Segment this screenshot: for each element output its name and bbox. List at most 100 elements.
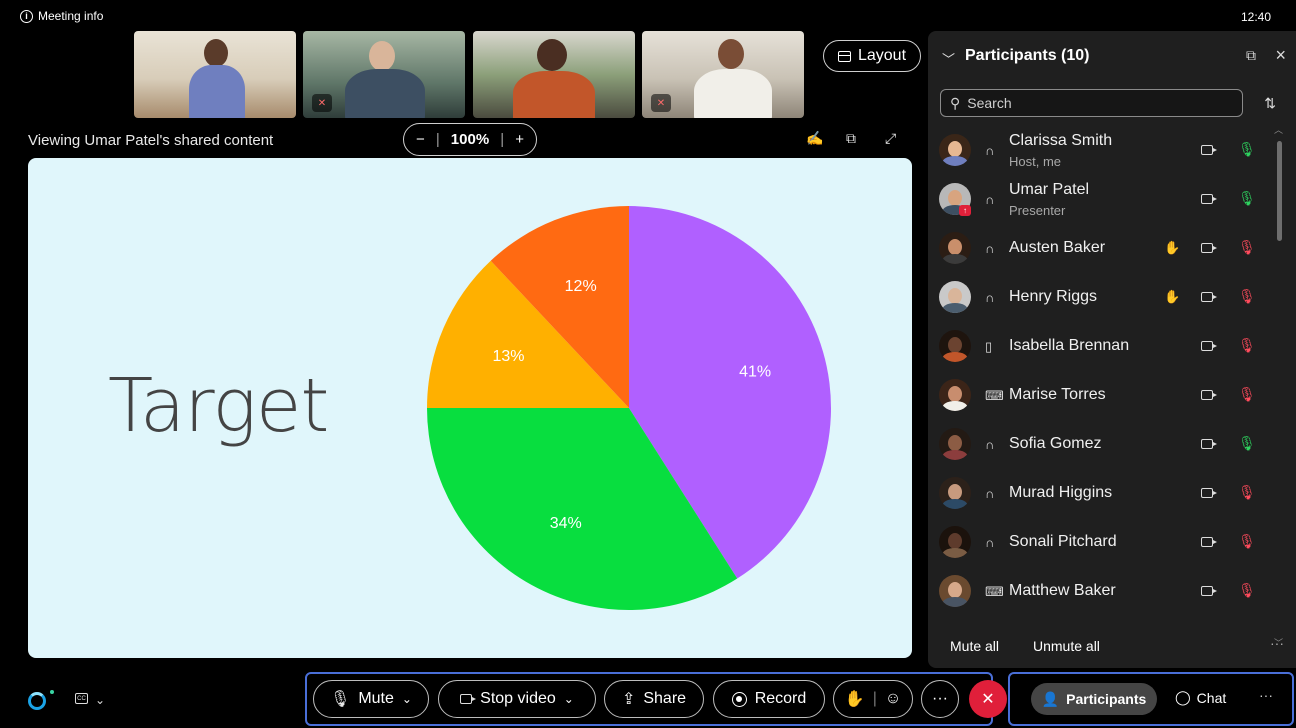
chevron-down-icon[interactable]: ⌄ xyxy=(564,692,574,706)
participant-name: Marise Torres xyxy=(1009,386,1106,403)
mute-button[interactable]: 🎙 Mute ⌄ xyxy=(313,680,429,718)
participant-row[interactable]: ∩ Henry Riggs ✋ 🎙 xyxy=(928,273,1278,322)
close-icon: ✕ xyxy=(981,691,995,708)
participant-row[interactable]: ∩ Austen Baker ✋ 🎙 xyxy=(928,224,1278,273)
meeting-info-label: Meeting info xyxy=(38,9,104,23)
headset-icon: ∩ xyxy=(985,143,995,158)
scroll-up-icon[interactable]: ︿ xyxy=(1274,123,1283,136)
tab-participants[interactable]: 👤 Participants xyxy=(1031,683,1157,715)
video-thumbnail[interactable] xyxy=(473,31,635,118)
mic-muted-icon[interactable]: 🎙 xyxy=(1238,484,1256,501)
sort-icon[interactable]: ⇅ xyxy=(1264,95,1276,112)
participant-row[interactable]: ∩ Sonali Pitchard 🎙 xyxy=(928,518,1278,567)
participant-name: Isabella Brennan xyxy=(1009,337,1130,354)
participant-row[interactable]: ∩ Sofia Gomez 🎙 xyxy=(928,420,1278,469)
status-dot xyxy=(50,690,54,694)
camera-icon[interactable] xyxy=(1201,439,1217,449)
participant-row[interactable]: ↑ ∩ Umar Patel Presenter 🎙 xyxy=(928,175,1278,224)
zoom-value[interactable]: 100% xyxy=(451,131,489,148)
tab-chat[interactable]: ◯ Chat xyxy=(1175,689,1226,706)
microphone-icon[interactable]: 🎙 xyxy=(1238,435,1256,452)
camera-icon[interactable] xyxy=(1201,292,1217,302)
camera-icon[interactable] xyxy=(1201,390,1217,400)
pop-out-icon[interactable]: ⧉ xyxy=(1246,47,1256,64)
video-thumbnail[interactable] xyxy=(134,31,296,118)
pop-out-share-icon[interactable]: ⧉ xyxy=(846,130,856,147)
headset-icon: ∩ xyxy=(985,437,995,452)
meeting-info-button[interactable]: i Meeting info xyxy=(20,9,103,23)
participant-name: Sonali Pitchard xyxy=(1009,533,1117,550)
participant-name: Matthew Baker xyxy=(1009,582,1116,599)
mic-muted-icon: ✕ xyxy=(651,94,671,112)
share-button[interactable]: ⇪ Share xyxy=(604,680,704,718)
collapse-chevron-icon[interactable]: ﹀ xyxy=(942,49,955,68)
pie-slice-label: 34% xyxy=(550,515,582,532)
pie-slice-label: 13% xyxy=(492,348,524,365)
camera-icon[interactable] xyxy=(1201,243,1217,253)
camera-icon xyxy=(460,694,477,704)
mic-muted-icon[interactable]: 🎙 xyxy=(1238,288,1256,305)
zoom-in-button[interactable]: + xyxy=(515,131,524,148)
more-options-icon[interactable]: ··· xyxy=(1259,687,1273,703)
camera-icon[interactable] xyxy=(1201,145,1217,155)
avatar xyxy=(939,134,971,166)
annotate-icon[interactable]: ✍ xyxy=(806,130,823,147)
emoji-icon[interactable]: ☺ xyxy=(885,690,901,708)
participant-row[interactable]: ▯ Isabella Brennan 🎙 xyxy=(928,322,1278,371)
video-thumbnail[interactable]: ✕ xyxy=(642,31,804,118)
shared-content-stage: Target 41% 34% 13% 12% xyxy=(28,158,912,658)
avatar xyxy=(939,526,971,558)
chevron-down-icon[interactable]: ⌄ xyxy=(402,692,412,706)
end-call-button[interactable]: ✕ xyxy=(969,680,1007,718)
layout-button[interactable]: Layout xyxy=(823,40,921,72)
mic-muted-icon[interactable]: 🎙 xyxy=(1238,239,1256,256)
raise-hand-icon[interactable]: ✋ xyxy=(845,689,865,709)
camera-icon[interactable] xyxy=(1201,537,1217,547)
scrollbar[interactable]: ︿ ﹀ xyxy=(1274,125,1283,648)
avatar xyxy=(939,379,971,411)
mic-muted-icon[interactable]: 🎙 xyxy=(1238,337,1256,354)
mic-muted-icon[interactable]: 🎙 xyxy=(1238,386,1256,403)
mic-muted-icon[interactable]: 🎙 xyxy=(1238,533,1256,550)
zoom-out-button[interactable]: − xyxy=(416,131,425,148)
unmute-all-button[interactable]: Unmute all xyxy=(1033,638,1100,654)
divider: | xyxy=(872,690,877,707)
panel-title: Participants (10) xyxy=(965,47,1090,64)
share-label: Share xyxy=(643,690,687,707)
mute-all-button[interactable]: Mute all xyxy=(950,638,999,654)
record-button[interactable]: Record xyxy=(713,680,825,718)
stop-video-button[interactable]: Stop video ⌄ xyxy=(438,680,596,718)
reactions-button[interactable]: ✋ | ☺ xyxy=(833,680,913,718)
avatar xyxy=(939,575,971,607)
microphone-icon[interactable]: 🎙 xyxy=(1238,141,1256,158)
camera-icon[interactable] xyxy=(1201,341,1217,351)
scroll-thumb[interactable] xyxy=(1277,141,1282,241)
raised-hand-icon: ✋ xyxy=(1164,289,1181,304)
video-thumbnail[interactable]: ✕ xyxy=(303,31,465,118)
participant-row[interactable]: ⌨ Matthew Baker 🎙 xyxy=(928,567,1278,616)
pie-slice-label: 12% xyxy=(565,278,597,295)
divider: | xyxy=(435,131,440,148)
more-options-icon[interactable]: ··· xyxy=(1270,635,1284,651)
mic-muted-icon[interactable]: 🎙 xyxy=(1238,582,1256,599)
search-box[interactable]: ⚲ xyxy=(940,89,1243,117)
stop-video-label: Stop video xyxy=(480,690,556,707)
captions-button[interactable]: CC ⌄ xyxy=(75,693,105,707)
search-input[interactable] xyxy=(967,95,1218,111)
camera-icon[interactable] xyxy=(1201,488,1217,498)
headset-icon: ∩ xyxy=(985,535,995,550)
participant-row[interactable]: ∩ Murad Higgins 🎙 xyxy=(928,469,1278,518)
slide-title: Target xyxy=(108,363,329,449)
microphone-icon[interactable]: 🎙 xyxy=(1238,190,1256,207)
participant-name: Austen Baker xyxy=(1009,239,1106,256)
participant-row[interactable]: ∩ Clarissa Smith Host, me 🎙 xyxy=(928,126,1278,175)
raised-hand-icon: ✋ xyxy=(1164,240,1181,255)
camera-icon[interactable] xyxy=(1201,194,1217,204)
participant-row[interactable]: ⌨ Marise Torres 🎙 xyxy=(928,371,1278,420)
participants-tab-label: Participants xyxy=(1066,691,1147,707)
more-options-button[interactable]: ··· xyxy=(921,680,959,718)
camera-icon[interactable] xyxy=(1201,586,1217,596)
close-icon[interactable]: × xyxy=(1275,45,1286,66)
fullscreen-icon[interactable]: ⤢ xyxy=(885,130,896,147)
top-bar: i Meeting info 12:40 xyxy=(0,0,1296,32)
